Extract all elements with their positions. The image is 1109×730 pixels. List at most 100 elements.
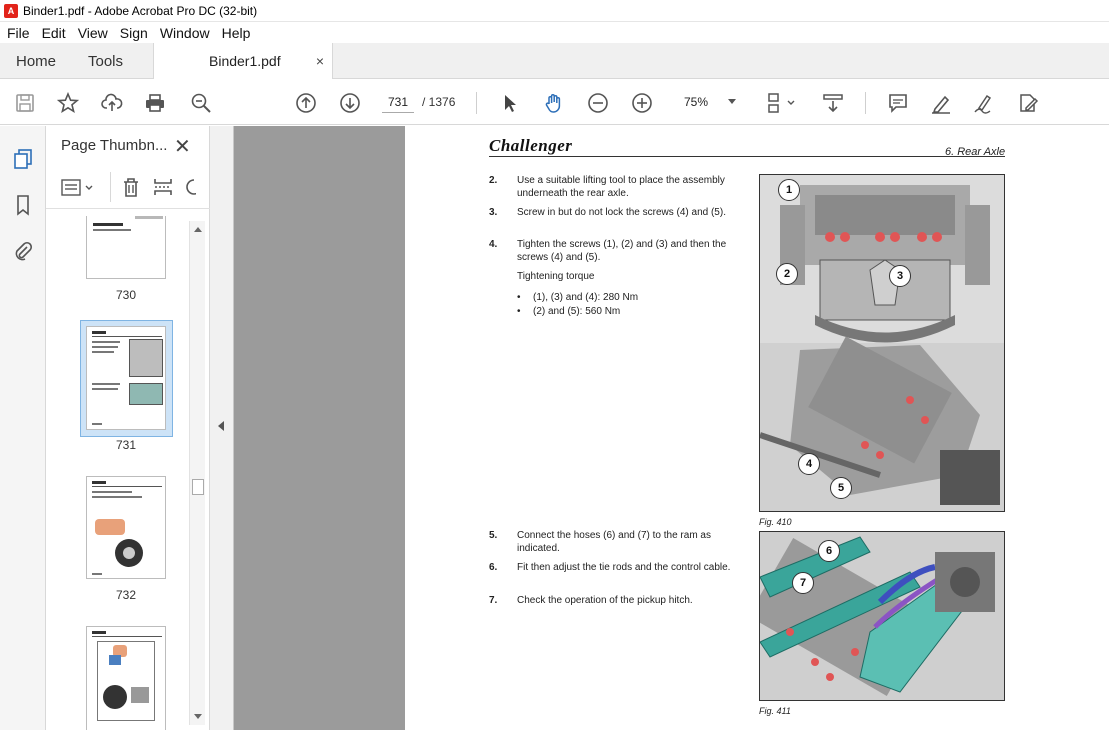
panel-tools [46,172,210,204]
step-text: Screw in but do not lock the screws (4) … [517,207,726,218]
toolbar-divider [476,92,477,114]
panel-divider [110,172,111,202]
thumbnail-page-731[interactable] [86,326,166,430]
bookmark-icon[interactable] [10,192,36,218]
brand-logo: Challenger [489,136,573,155]
step-text: Use a suitable lifting tool to place the… [517,175,725,199]
menu-help[interactable]: Help [222,25,251,41]
header-rule [489,156,1005,157]
rotate-page-icon[interactable] [184,176,196,203]
torque-item: (2) and (5): 560 Nm [517,306,620,317]
menu-edit[interactable]: Edit [42,25,66,41]
thumbnail-label: 731 [115,438,137,452]
tab-document[interactable]: Binder1.pdf × [153,43,333,79]
step-number: 6. [489,562,498,573]
sign-icon[interactable] [971,90,997,116]
comment-icon[interactable] [885,90,911,116]
step-number: 5. [489,530,498,541]
page-thumbnails-icon[interactable] [10,146,36,172]
figure-410-illustration [760,175,1004,511]
chevron-down-icon [728,99,736,104]
insert-pages-icon[interactable] [152,176,174,203]
callout-2: 2 [776,263,798,285]
delete-page-icon[interactable] [120,176,142,203]
tab-home[interactable]: Home [16,43,56,79]
step-number: 2. [489,175,498,186]
thumbnail-label: 732 [115,588,137,602]
menu-bar: File Edit View Sign Window Help [0,22,1109,43]
torque-item: (1), (3) and (4): 280 Nm [517,292,638,303]
scrollbar-thumb[interactable] [192,479,204,495]
step-number: 7. [489,595,498,606]
callout-5: 5 [830,477,852,499]
thumbnail-scrollbar[interactable] [189,221,205,725]
callout-7: 7 [792,572,814,594]
callout-1: 1 [778,179,800,201]
thumbnail-page-732[interactable] [86,476,166,579]
callout-4: 4 [798,453,820,475]
save-icon[interactable] [12,90,38,116]
collapse-left-icon[interactable] [218,421,224,431]
star-icon[interactable] [55,90,81,116]
panel-divider [46,208,210,209]
menu-file[interactable]: File [7,25,30,41]
tab-tools[interactable]: Tools [88,43,123,79]
scroll-down-icon[interactable] [194,714,202,719]
previous-page-icon[interactable] [293,90,319,116]
figure-410: 1 2 3 4 5 [759,174,1005,512]
print-icon[interactable] [142,90,168,116]
close-tab-icon[interactable]: × [316,53,324,69]
zoom-search-icon[interactable] [188,90,214,116]
navigation-rail [0,126,46,730]
panel-title: Page Thumbn... [61,137,168,154]
menu-view[interactable]: View [78,25,108,41]
select-cursor-icon[interactable] [497,90,523,116]
callout-3: 3 [889,265,911,287]
pdf-page: Challenger 6. Rear Axle 2. Use a suitabl… [405,126,1109,730]
thumbnail-options-icon[interactable] [61,177,97,199]
step-number: 3. [489,207,498,218]
menu-window[interactable]: Window [160,25,210,41]
figure-411-caption: Fig. 411 [759,706,791,716]
zoom-out-icon[interactable] [585,90,611,116]
figure-410-caption: Fig. 410 [759,517,792,527]
thumbnail-page-733[interactable] [86,626,166,730]
acrobat-icon: A [4,3,18,18]
window-title: Binder1.pdf - Adobe Acrobat Pro DC (32-b… [23,3,258,18]
zoom-value: 75% [684,95,709,109]
page-total: / 1376 [422,95,456,109]
figure-411: 6 7 [759,531,1005,701]
tab-bar: Home Tools Binder1.pdf × [0,43,1109,79]
step-number: 4. [489,239,498,250]
scroll-up-icon[interactable] [194,227,202,232]
upload-cloud-icon[interactable] [99,90,125,116]
scroll-mode-icon[interactable] [820,90,846,116]
highlight-pen-icon[interactable] [928,90,954,116]
step-text: Fit then adjust the tie rods and the con… [517,562,731,573]
zoom-select[interactable]: 75% [672,91,744,113]
toolbar: / 1376 75% [0,80,1109,125]
edit-pdf-icon[interactable] [1015,90,1041,116]
thumbnail-list: 730 731 732 [46,216,194,730]
toolbar-divider [865,92,866,114]
page-number-input[interactable] [382,91,414,113]
thumbnail-label: 730 [115,288,137,302]
document-tab-title: Binder1.pdf [209,53,281,69]
menu-sign[interactable]: Sign [120,25,148,41]
title-bar: A Binder1.pdf - Adobe Acrobat Pro DC (32… [0,0,1109,22]
document-viewport[interactable]: Challenger 6. Rear Axle 2. Use a suitabl… [210,126,1109,730]
hand-tool-icon[interactable] [541,90,567,116]
close-panel-icon[interactable]: ✕ [174,134,191,159]
figure-411-illustration [760,532,1004,700]
next-page-icon[interactable] [337,90,363,116]
callout-6: 6 [818,540,840,562]
step-text: Check the operation of the pickup hitch. [517,595,693,606]
collapse-panel-strip[interactable] [210,126,234,730]
attachment-icon[interactable] [10,238,36,264]
step-text: Tighten the screws (1), (2) and (3) and … [517,239,727,263]
page-thumbnails-panel: Page Thumbn... ✕ 730 731 732 [46,126,210,730]
page-display-icon[interactable] [764,90,800,116]
zoom-in-icon[interactable] [629,90,655,116]
section-header: 6. Rear Axle [945,146,1006,158]
thumbnail-page-730[interactable] [86,216,166,279]
